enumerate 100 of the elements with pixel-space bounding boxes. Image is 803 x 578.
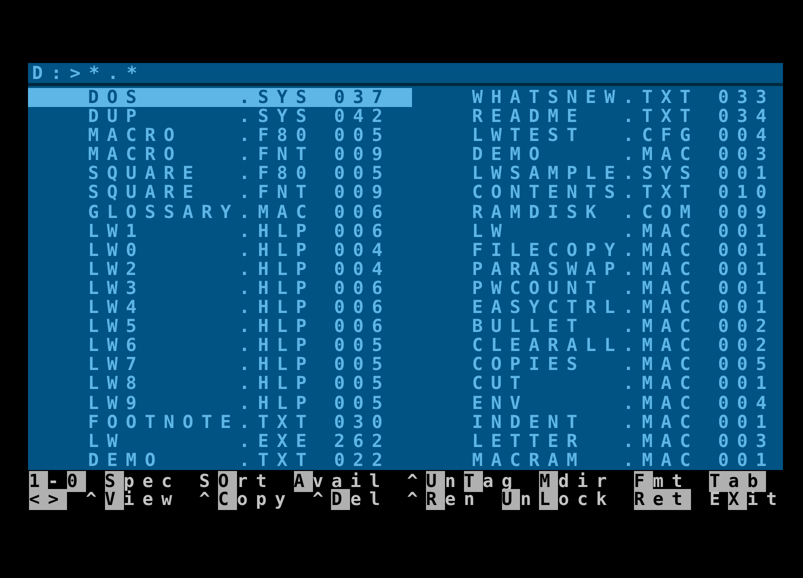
file-row[interactable]: SQUARE .FNT 009 [28, 183, 412, 203]
file-size: 037 [334, 88, 391, 108]
file-row[interactable]: LETTER .MAC 003 [412, 432, 783, 451]
file-name: LW1 [88, 222, 146, 241]
file-row[interactable]: SQUARE .F80 005 [28, 164, 412, 184]
file-row[interactable]: DOS .SYS 037 [28, 88, 412, 108]
file-row[interactable]: DUP .SYS 042 [28, 107, 412, 126]
file-size: 004 [718, 394, 775, 413]
file-row[interactable]: WHATSNEW.TXT 033 [412, 88, 783, 108]
file-extension: .MAC [623, 222, 700, 241]
file-size: 009 [718, 202, 775, 222]
file-row[interactable]: LW3 .HLP 006 [28, 278, 412, 298]
file-row[interactable]: CONTENTS.TXT 010 [412, 183, 783, 203]
file-row[interactable]: COPIES .MAC 005 [412, 355, 783, 374]
file-row[interactable]: PWCOUNT .MAC 001 [412, 278, 783, 298]
file-size: 001 [718, 298, 775, 318]
file-extension: .MAC [623, 432, 700, 451]
file-size: 001 [718, 164, 775, 184]
file-name: DUP [88, 107, 146, 126]
file-extension: .MAC [623, 412, 700, 432]
file-row[interactable]: CLEARALL.MAC 002 [412, 336, 783, 356]
file-row[interactable]: LWSAMPLE.SYS 001 [412, 164, 783, 184]
file-extension: .HLP [239, 374, 316, 394]
file-size: 001 [718, 278, 775, 298]
file-extension: .FNT [239, 183, 316, 203]
file-size: 005 [334, 164, 391, 184]
file-size: 004 [718, 126, 775, 146]
file-row[interactable]: INDENT .MAC 001 [412, 412, 783, 432]
file-extension: .F80 [239, 164, 316, 184]
file-name: INDENT [472, 412, 586, 432]
file-row[interactable]: LW9 .HLP 005 [28, 394, 412, 413]
file-size: 010 [718, 183, 775, 203]
file-row[interactable]: LW1 .HLP 006 [28, 222, 412, 241]
file-size: 004 [334, 240, 391, 260]
file-extension: .CFG [623, 126, 700, 146]
file-row[interactable]: EASYCTRL.MAC 001 [412, 298, 783, 318]
file-row[interactable]: LW8 .HLP 005 [28, 374, 412, 394]
file-row[interactable]: DEMO .TXT 022 [28, 450, 412, 470]
file-extension: .MAC [623, 450, 700, 470]
file-extension: .MAC [623, 317, 700, 336]
file-row[interactable]: PARASWAP.MAC 001 [412, 260, 783, 279]
file-row[interactable]: RAMDISK .COM 009 [412, 202, 783, 222]
file-extension: .HLP [239, 317, 316, 336]
file-name: LW0 [88, 240, 146, 260]
file-extension: .HLP [239, 355, 316, 374]
file-size: 003 [718, 432, 775, 451]
file-row[interactable]: MACRAM .MAC 001 [412, 450, 783, 470]
file-name: WHATSNEW [472, 88, 623, 108]
file-row[interactable]: README .TXT 034 [412, 107, 783, 126]
file-extension: .F80 [239, 126, 316, 146]
file-row[interactable]: LW6 .HLP 005 [28, 336, 412, 356]
file-name: LWTEST [472, 126, 586, 146]
file-size: 005 [334, 336, 391, 356]
file-row[interactable]: LW7 .HLP 005 [28, 355, 412, 374]
file-row[interactable]: MACRO .FNT 009 [28, 145, 412, 164]
file-row[interactable]: FILECOPY.MAC 001 [412, 240, 783, 260]
file-name: LW8 [88, 374, 146, 394]
file-size: 001 [718, 260, 775, 279]
file-size: 005 [334, 355, 391, 374]
file-name: GLOSSARY [88, 202, 239, 222]
file-extension: .SYS [239, 107, 316, 126]
file-size: 003 [718, 145, 775, 164]
file-name: LW9 [88, 394, 146, 413]
file-row[interactable]: CUT .MAC 001 [412, 374, 783, 394]
file-row[interactable]: ENV .MAC 004 [412, 394, 783, 413]
file-extension: .MAC [623, 374, 700, 394]
file-size: 002 [718, 317, 775, 336]
file-name: SQUARE [88, 183, 202, 203]
key-hint: Tab [709, 472, 766, 492]
file-row[interactable]: LW .MAC 001 [412, 222, 783, 241]
file-row[interactable]: BULLET .MAC 002 [412, 317, 783, 336]
file-size: 006 [334, 298, 391, 318]
file-name: LETTER [472, 432, 586, 451]
file-name: COPIES [472, 355, 586, 374]
file-name: EASYCTRL [472, 298, 623, 318]
file-extension: .HLP [239, 336, 316, 356]
file-row[interactable]: LW4 .HLP 006 [28, 298, 412, 318]
file-row[interactable]: LW2 .HLP 004 [28, 260, 412, 279]
file-row[interactable]: MACRO .F80 005 [28, 126, 412, 146]
file-size: 030 [334, 412, 391, 432]
file-extension: .MAC [623, 240, 700, 260]
file-name: DEMO [88, 450, 165, 470]
file-row[interactable]: LW0 .HLP 004 [28, 240, 412, 260]
file-size: 001 [718, 450, 775, 470]
file-row[interactable]: FOOTNOTE.TXT 030 [28, 412, 412, 432]
file-row[interactable]: DEMO .MAC 003 [412, 145, 783, 164]
file-row[interactable]: LW .EXE 262 [28, 432, 412, 451]
file-row[interactable]: LW5 .HLP 006 [28, 317, 412, 336]
file-size: 006 [334, 222, 391, 241]
file-name: MACRO [88, 126, 184, 146]
file-extension: .COM [623, 202, 700, 222]
file-extension: .HLP [239, 298, 316, 318]
file-row[interactable]: LWTEST .CFG 004 [412, 126, 783, 146]
file-name: ENV [472, 394, 530, 413]
file-size: 005 [334, 374, 391, 394]
file-extension: .MAC [239, 202, 316, 222]
file-row[interactable]: GLOSSARY.MAC 006 [28, 202, 412, 222]
file-extension: .MAC [623, 260, 700, 279]
key-hint: Ret [634, 491, 691, 510]
file-name: DOS [88, 88, 146, 108]
